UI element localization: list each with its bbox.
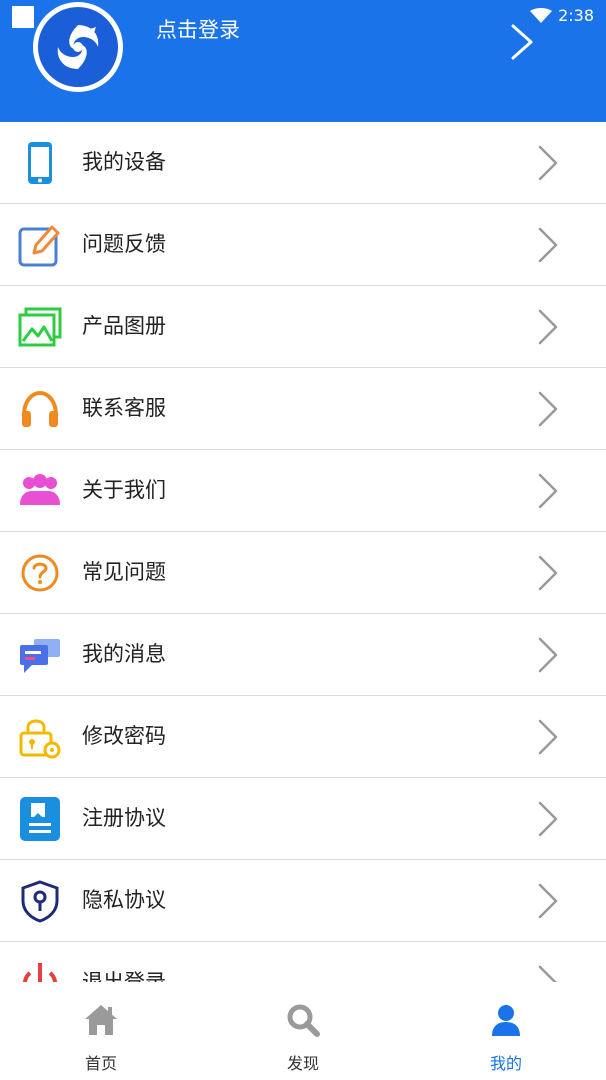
help-icon (21, 554, 59, 592)
menu-item-label: 隐私协议 (82, 888, 166, 912)
avatar[interactable] (33, 2, 123, 92)
chevron-right-icon (538, 637, 558, 673)
chevron-right-icon (538, 473, 558, 509)
chevron-right-icon (538, 391, 558, 427)
status-bar: 2:38 (530, 6, 594, 25)
chevron-right-icon (538, 801, 558, 837)
tab-label: 首页 (84, 1054, 117, 1073)
chat-icon (20, 639, 60, 673)
home-icon (85, 1005, 117, 1035)
edit-icon (18, 225, 60, 267)
menu-item-feedback[interactable]: 问题反馈 (0, 204, 606, 286)
headphones-icon (22, 390, 58, 427)
chevron-right-icon (538, 965, 557, 982)
menu-item-label: 我的消息 (82, 642, 166, 666)
bottom-tab-bar: 首页 发现 我的 (0, 982, 606, 1080)
gallery-icon (18, 307, 62, 347)
chevron-right-icon (538, 719, 558, 755)
chevron-right-icon (538, 883, 558, 919)
menu-item-customer-service[interactable]: 联系客服 (0, 368, 606, 450)
chevron-right-icon (538, 309, 558, 345)
tab-home[interactable]: 首页 (41, 982, 161, 1080)
tab-discover[interactable]: 发现 (243, 982, 363, 1080)
document-icon (20, 797, 60, 841)
status-time: 2:38 (558, 6, 594, 25)
chevron-right-icon (538, 145, 558, 181)
menu-item-label: 产品图册 (82, 314, 166, 338)
profile-header[interactable]: 点击登录 2:38 (0, 0, 606, 122)
login-link[interactable]: 点击登录 (156, 14, 240, 44)
menu-item-change-password[interactable]: 修改密码 (0, 696, 606, 778)
menu-item-faq[interactable]: 常见问题 (0, 532, 606, 614)
menu-item-product-gallery[interactable]: 产品图册 (0, 286, 606, 368)
chevron-right-icon[interactable] (505, 22, 539, 62)
menu-item-label: 退出登录 (82, 970, 166, 982)
chevron-right-icon (538, 555, 558, 591)
wifi-icon (530, 7, 553, 23)
menu-item-label: 修改密码 (82, 724, 166, 748)
menu-item-label: 关于我们 (82, 478, 166, 502)
chevron-right-icon (538, 227, 558, 263)
tab-mine[interactable]: 我的 (446, 982, 566, 1080)
menu-item-privacy-agreement[interactable]: 隐私协议 (0, 860, 606, 942)
logout-icon (23, 963, 57, 982)
logo-icon (38, 7, 118, 87)
menu-item-about-us[interactable]: 关于我们 (0, 450, 606, 532)
tab-label: 我的 (489, 1054, 522, 1073)
menu-item-my-devices[interactable]: 我的设备 (0, 122, 606, 204)
menu-item-logout[interactable]: 退出登录 (0, 942, 606, 982)
notification-square-icon (12, 6, 34, 28)
person-icon (492, 1005, 520, 1036)
search-icon (287, 1004, 320, 1037)
menu-item-label: 联系客服 (82, 396, 166, 420)
users-icon (20, 474, 60, 505)
menu-item-my-messages[interactable]: 我的消息 (0, 614, 606, 696)
menu-item-label: 常见问题 (82, 560, 166, 584)
menu-item-label: 注册协议 (82, 806, 166, 830)
menu-list: 我的设备 问题反馈 产品图册 联系客服 关于我们 常见问题 我的消息 修改密码 … (0, 122, 606, 982)
lock-gear-icon (19, 719, 61, 759)
shield-keyhole-icon (21, 880, 59, 923)
menu-item-label: 我的设备 (82, 150, 166, 174)
phone-icon (28, 142, 52, 184)
menu-item-label: 问题反馈 (82, 232, 166, 256)
menu-item-registration-agreement[interactable]: 注册协议 (0, 778, 606, 860)
tab-label: 发现 (286, 1054, 319, 1073)
